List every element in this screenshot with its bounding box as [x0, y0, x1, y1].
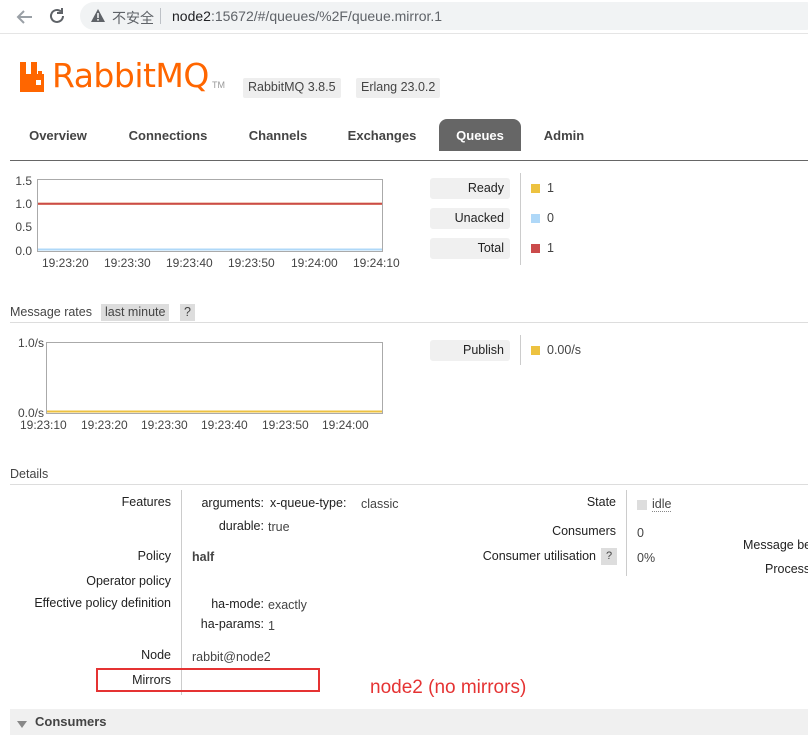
- state-label: State: [586, 495, 616, 509]
- y-tick-label: 1.0/s: [17, 336, 44, 350]
- x-tick-label: 19:23:40: [201, 418, 248, 432]
- x-tick-label: 19:23:10: [20, 418, 67, 432]
- x-tick-label: 19:24:00: [291, 256, 338, 270]
- queued-chart-svg: [38, 202, 382, 251]
- rates-range-selector[interactable]: last minute: [101, 304, 170, 321]
- reload-icon[interactable]: [44, 4, 70, 30]
- y-tick-label: 1.5: [15, 174, 32, 188]
- legend-unacked-label: Unacked: [430, 208, 510, 229]
- legend-total-label: Total: [430, 238, 510, 259]
- legend-swatch-total: [531, 244, 540, 253]
- legend-unacked-value: 0: [547, 211, 554, 225]
- legend-separator: [520, 335, 521, 365]
- x-tick-label: 19:23:40: [166, 256, 213, 270]
- x-tick-label: 19:23:50: [262, 418, 309, 432]
- back-arrow-icon[interactable]: [12, 4, 38, 30]
- legend-publish-label: Publish: [430, 340, 510, 361]
- address-bar[interactable]: 不安全 node2:15672/#/queues/%2F/queue.mirro…: [80, 2, 808, 30]
- x-tick-label: 19:23:30: [104, 256, 151, 270]
- main-nav-tabs: Overview Connections Channels Exchanges …: [10, 119, 808, 161]
- utilisation-help-button[interactable]: ?: [601, 548, 618, 565]
- message-rates-title: Message rates: [10, 305, 92, 319]
- details-title: Details: [10, 467, 49, 481]
- state-indicator: [637, 500, 647, 510]
- arguments-key: arguments:: [201, 496, 264, 510]
- ha-params-key: ha-params:: [200, 617, 264, 631]
- rates-divider: [10, 322, 808, 323]
- durable-key: durable:: [218, 519, 264, 533]
- tab-admin[interactable]: Admin: [534, 119, 594, 152]
- consumer-utilisation-label: Consumer utilisation: [482, 549, 596, 563]
- effective-policy-label: Effective policy definition: [34, 596, 171, 610]
- y-tick-label: 1.0: [15, 197, 32, 211]
- legend-swatch-publish: [531, 346, 540, 355]
- node-value: rabbit@node2: [192, 650, 271, 664]
- url-path: :15672/#/queues/%2F/queue.mirror.1: [210, 8, 443, 24]
- warning-icon: [90, 8, 106, 27]
- legend-ready-label: Ready: [430, 178, 510, 199]
- state-column-separator: [626, 490, 627, 576]
- rabbitmq-version-badge: RabbitMQ 3.8.5: [243, 78, 341, 98]
- x-tick-label: 19:24:00: [322, 418, 369, 432]
- state-value: idle: [652, 497, 672, 512]
- rates-help-button[interactable]: ?: [180, 304, 195, 321]
- tab-channels[interactable]: Channels: [236, 119, 320, 152]
- annotation-highlight-box: [96, 668, 320, 692]
- durable-value: true: [268, 520, 290, 534]
- message-bytes-label: Message be: [743, 538, 808, 552]
- legend-ready-value: 1: [547, 181, 554, 195]
- legend-swatch-unacked: [531, 214, 540, 223]
- tab-overview[interactable]: Overview: [16, 119, 100, 152]
- rates-chart-svg: [47, 410, 382, 413]
- consumers-section-title: Consumers: [35, 714, 107, 729]
- consumers-section-header[interactable]: Consumers: [10, 709, 808, 735]
- omnibox-divider: [160, 8, 161, 24]
- consumers-label: Consumers: [552, 524, 616, 538]
- policy-label: Policy: [137, 549, 171, 563]
- annotation-text: node2 (no mirrors): [370, 677, 527, 698]
- rates-chart-plot: [46, 342, 383, 414]
- details-column-separator: [181, 490, 182, 695]
- browser-toolbar: 不安全 node2:15672/#/queues/%2F/queue.mirro…: [0, 0, 808, 34]
- insecure-label: 不安全: [112, 10, 154, 26]
- tab-connections[interactable]: Connections: [116, 119, 220, 152]
- x-tick-label: 19:23:30: [141, 418, 188, 432]
- x-tick-label: 19:24:10: [353, 256, 400, 270]
- process-label: Process: [765, 562, 808, 576]
- x-queue-type-value: classic: [361, 497, 399, 511]
- url-text: node2:15672/#/queues/%2F/queue.mirror.1: [172, 8, 442, 24]
- details-divider: [10, 484, 808, 485]
- queued-chart-plot: [37, 179, 383, 252]
- collapse-triangle-icon: [17, 717, 27, 732]
- y-tick-label: 0.0: [15, 244, 32, 258]
- tab-exchanges[interactable]: Exchanges: [336, 119, 428, 152]
- tab-queues[interactable]: Queues: [439, 119, 521, 151]
- operator-policy-label: Operator policy: [86, 574, 171, 588]
- consumer-utilisation-value: 0%: [637, 551, 656, 565]
- legend-publish-value: 0.00/s: [547, 343, 582, 357]
- y-tick-label: 0.5: [15, 220, 32, 234]
- policy-value-link[interactable]: half: [192, 550, 214, 564]
- node-label: Node: [141, 648, 171, 662]
- logo-text: RabbitMQ: [52, 56, 209, 95]
- ha-mode-value: exactly: [268, 598, 307, 612]
- ha-params-value: 1: [268, 619, 275, 633]
- url-host: node2: [172, 8, 211, 24]
- erlang-version-badge: Erlang 23.0.2: [356, 78, 441, 98]
- features-label: Features: [121, 495, 171, 509]
- ha-mode-key: ha-mode:: [211, 597, 264, 611]
- legend-swatch-ready: [531, 184, 540, 193]
- x-tick-label: 19:23:20: [42, 256, 89, 270]
- x-queue-type-key: x-queue-type:: [270, 496, 347, 510]
- x-tick-label: 19:23:50: [228, 256, 275, 270]
- legend-total-value: 1: [547, 241, 554, 255]
- x-tick-label: 19:23:20: [81, 418, 128, 432]
- legend-separator: [520, 173, 521, 265]
- rabbitmq-logo-icon: [20, 62, 48, 95]
- logo-trademark: TM: [212, 80, 225, 90]
- consumers-value: 0: [637, 526, 644, 540]
